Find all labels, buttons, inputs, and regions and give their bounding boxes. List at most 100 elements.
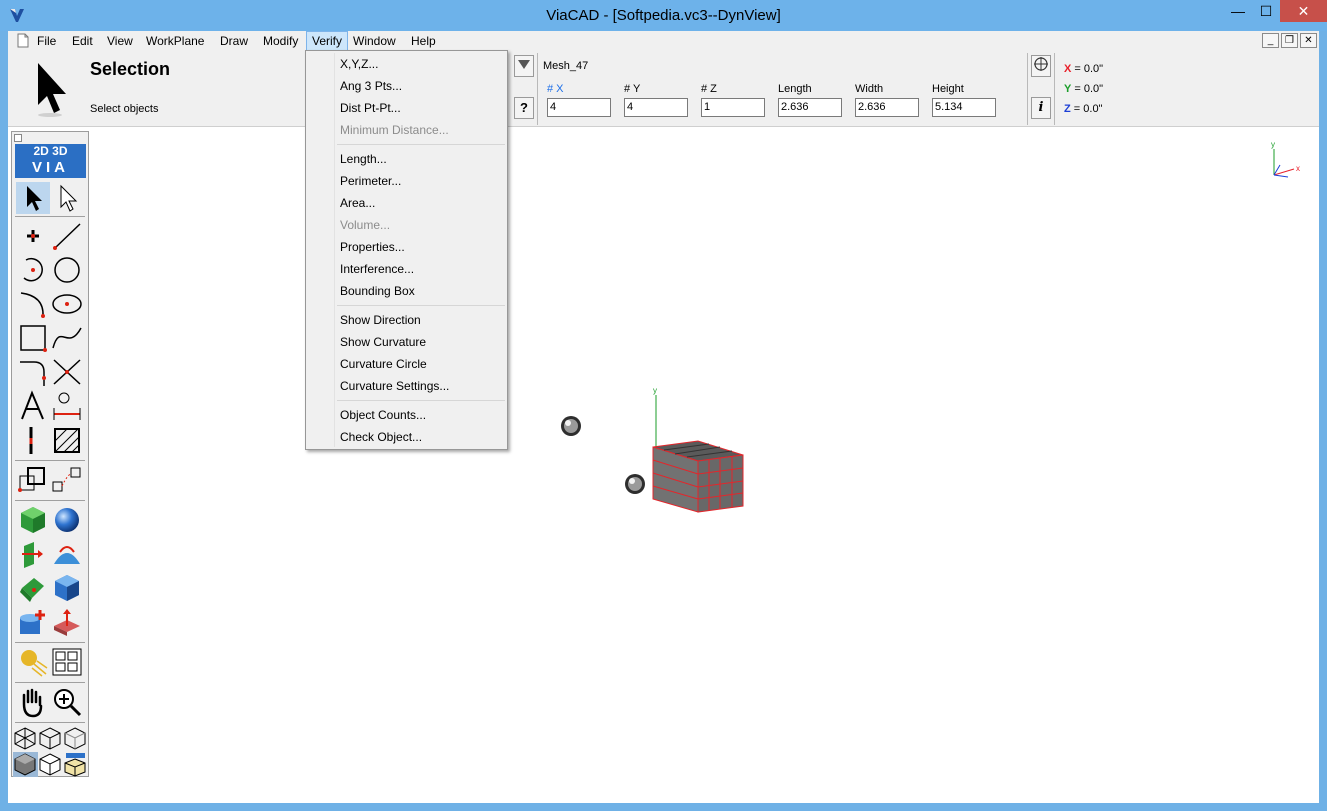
zoom-button[interactable] [50, 686, 84, 718]
construction-line-button[interactable] [16, 424, 50, 456]
field-label-x: # X [547, 83, 564, 95]
verify-show-curvature-item[interactable]: Show Curvature [340, 332, 426, 352]
verify-area-item[interactable]: Area... [340, 193, 375, 213]
verify-dist-pt-pt-item[interactable]: Dist Pt-Pt... [340, 98, 401, 118]
height-input[interactable]: 5.134 [932, 98, 996, 117]
verify-bounding-box-item[interactable]: Bounding Box [340, 281, 415, 301]
coord-z-axis: Z [1064, 103, 1071, 115]
boolean-add-button[interactable] [16, 606, 50, 638]
verify-interference-item[interactable]: Interference... [340, 259, 414, 279]
transform-tool-button[interactable] [16, 464, 50, 496]
title-bar[interactable]: ViaCAD - [Softpedia.vc3--DynView] — ☐ ✕ [0, 0, 1327, 31]
spline-icon [52, 327, 82, 349]
drag-handle[interactable] [561, 416, 581, 436]
hatch-tool-button[interactable] [50, 424, 84, 456]
field-label-z: # Z [701, 83, 717, 95]
mesh-object[interactable] [652, 440, 744, 513]
render-view-button[interactable] [63, 752, 88, 777]
rectangle-tool-button[interactable] [16, 322, 50, 354]
menu-workplane[interactable]: WorkPlane [141, 31, 209, 51]
toolbar-divider [1054, 53, 1055, 125]
object-name: Mesh_47 [543, 60, 589, 72]
menu-view[interactable]: View [102, 31, 138, 51]
ellipse-tool-button[interactable] [50, 288, 84, 320]
select-tool-button[interactable] [16, 182, 50, 214]
verify-show-direction-item[interactable]: Show Direction [340, 310, 421, 330]
shaded-view-button[interactable] [13, 752, 38, 777]
menu-file[interactable]: File [32, 31, 61, 51]
line-tool-button[interactable] [50, 220, 84, 252]
hatch-icon [54, 428, 80, 453]
blue-box-button[interactable] [50, 572, 84, 604]
document-icon[interactable] [16, 33, 30, 48]
magnifier-zoom-icon [54, 689, 82, 717]
select-subobject-button[interactable] [50, 182, 84, 214]
verify-check-object-item[interactable]: Check Object... [340, 427, 422, 447]
count-z-input[interactable]: 1 [701, 98, 765, 117]
revolve-button[interactable] [50, 538, 84, 570]
ellipse-icon [52, 294, 82, 314]
layers-button[interactable] [50, 646, 84, 678]
length-input[interactable]: 2.636 [778, 98, 842, 117]
hidden-line-view-button[interactable] [38, 726, 63, 751]
viewport-scene[interactable]: y x y [8, 127, 1319, 803]
count-x-input[interactable]: 4 [547, 98, 611, 117]
extrude-button[interactable] [16, 538, 50, 570]
menu-verify[interactable]: Verify [306, 31, 349, 51]
outline-view-button[interactable] [63, 726, 88, 751]
mdi-minimize-button[interactable]: _ [1262, 33, 1279, 48]
palette-grip-icon[interactable] [14, 134, 22, 142]
box-solid-button[interactable] [16, 504, 50, 536]
snap-target-button[interactable] [1031, 55, 1051, 77]
menu-edit[interactable]: Edit [67, 31, 98, 51]
menu-modify[interactable]: Modify [258, 31, 303, 51]
verify-curvature-circle-item[interactable]: Curvature Circle [340, 354, 427, 374]
point-tool-button[interactable] [16, 220, 50, 252]
count-y-input[interactable]: 4 [624, 98, 688, 117]
pan-button[interactable] [16, 686, 50, 718]
mdi-close-button[interactable]: ✕ [1300, 33, 1317, 48]
dimension-tool-button[interactable] [50, 390, 84, 422]
width-input[interactable]: 2.636 [855, 98, 919, 117]
verify-length-item[interactable]: Length... [340, 149, 387, 169]
help-button[interactable]: ? [514, 97, 534, 119]
object-dropdown-button[interactable] [514, 55, 534, 77]
menu-window[interactable]: Window [348, 31, 401, 51]
field-label-height: Height [932, 83, 964, 95]
trim-tool-button[interactable] [50, 356, 84, 388]
arc-3pt-tool-button[interactable] [16, 288, 50, 320]
verify-perimeter-item[interactable]: Perimeter... [340, 171, 401, 191]
move-tool-button[interactable] [50, 464, 84, 496]
menu-draw[interactable]: Draw [215, 31, 253, 51]
verify-xyz-item[interactable]: X,Y,Z... [340, 54, 378, 74]
verify-curvature-settings-item[interactable]: Curvature Settings... [340, 376, 449, 396]
wireframe-view-button[interactable] [13, 726, 38, 751]
blue-sphere-icon [55, 508, 79, 532]
minimize-button[interactable]: — [1224, 0, 1252, 22]
verify-object-counts-item[interactable]: Object Counts... [340, 405, 426, 425]
lighting-button[interactable] [16, 646, 50, 678]
fillet-tool-button[interactable] [16, 356, 50, 388]
menu-help[interactable]: Help [406, 31, 441, 51]
circle-icon [54, 257, 80, 283]
spline-tool-button[interactable] [50, 322, 84, 354]
mdi-restore-button[interactable]: ❐ [1281, 33, 1298, 48]
draft-view-button[interactable] [38, 752, 63, 777]
circle-tool-button[interactable] [50, 254, 84, 286]
maximize-button[interactable]: ☐ [1252, 0, 1280, 22]
palette-divider [15, 500, 85, 501]
viewport-3d[interactable]: y x y [8, 127, 1319, 803]
push-pull-button[interactable] [50, 606, 84, 638]
text-tool-button[interactable] [16, 390, 50, 422]
sphere-solid-button[interactable] [50, 504, 84, 536]
info-button[interactable]: i [1031, 97, 1051, 119]
verify-ang3pts-item[interactable]: Ang 3 Pts... [340, 76, 402, 96]
verify-properties-item[interactable]: Properties... [340, 237, 405, 257]
render-cube-icon [64, 753, 86, 777]
app-window: ViaCAD - [Softpedia.vc3--DynView] — ☐ ✕ … [0, 0, 1327, 811]
loft-button[interactable] [16, 572, 50, 604]
arc-icon [23, 257, 43, 282]
arc-tool-button[interactable] [16, 254, 50, 286]
drag-handle[interactable] [625, 474, 645, 494]
close-button[interactable]: ✕ [1280, 0, 1327, 22]
